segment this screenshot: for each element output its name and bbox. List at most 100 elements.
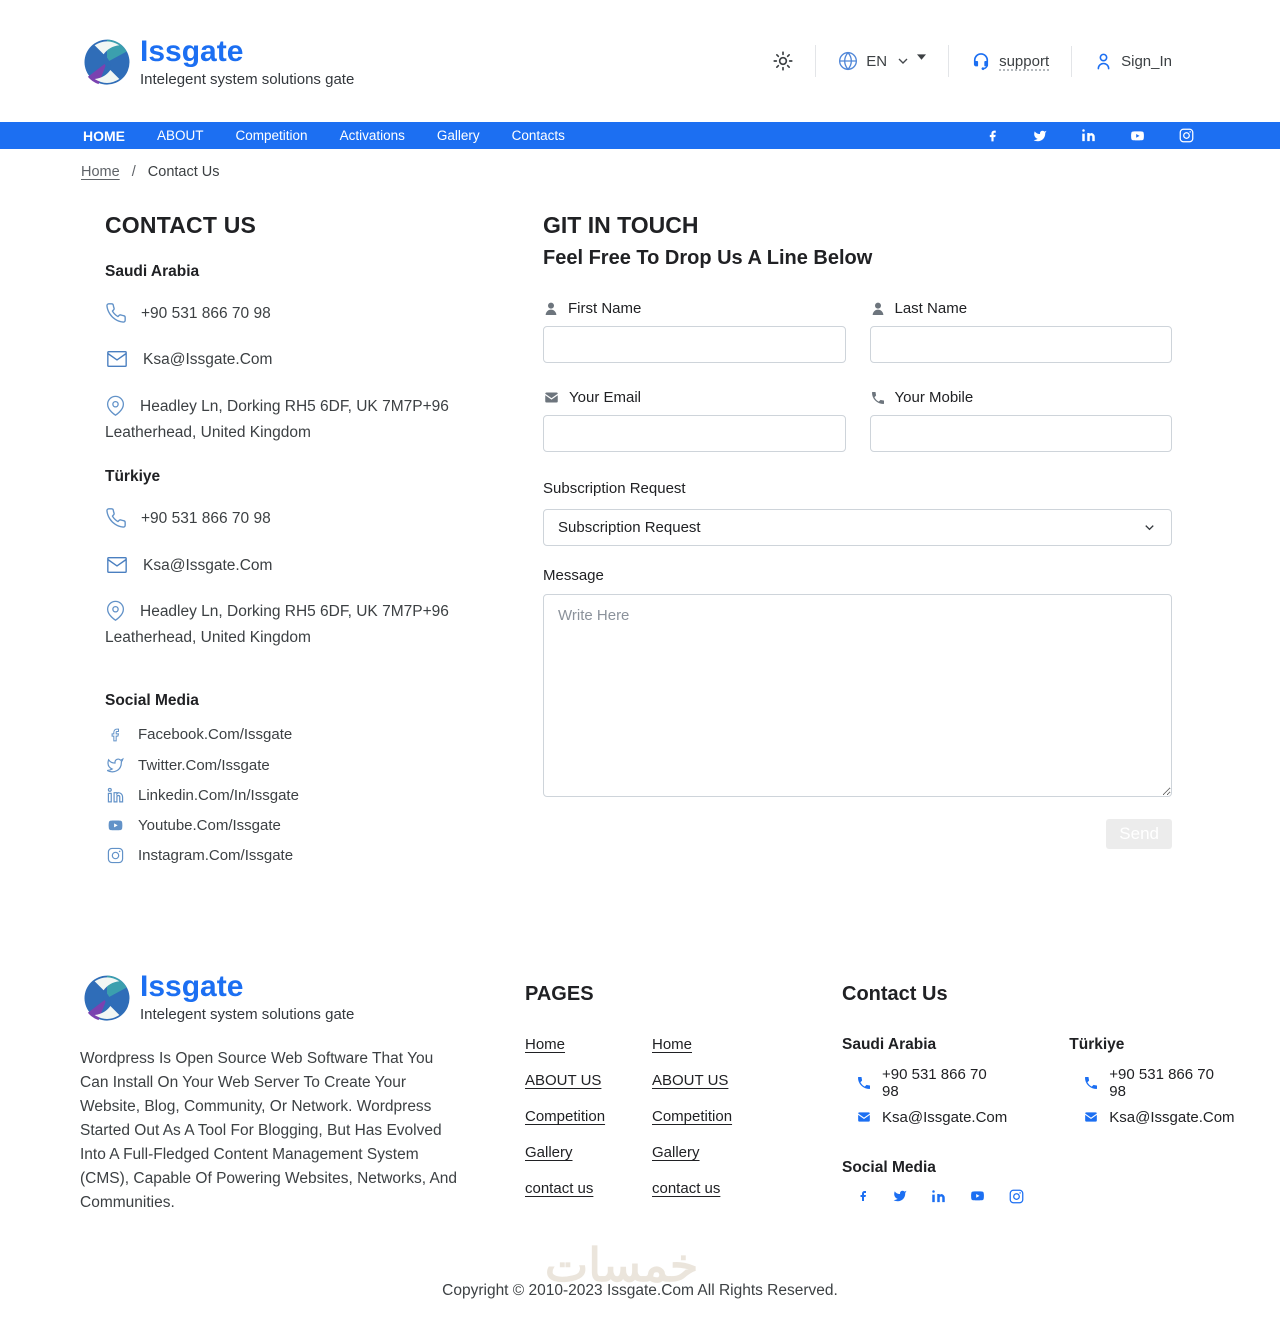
instagram-icon[interactable] — [1179, 128, 1194, 143]
footer-link-about[interactable]: ABOUT US — [525, 1072, 652, 1089]
mobile-label: Your Mobile — [870, 389, 1173, 406]
social-link-youtube[interactable]: Youtube.Com/Issgate — [105, 817, 483, 834]
facebook-icon[interactable] — [857, 1189, 869, 1203]
nav-item-contacts[interactable]: Contacts — [496, 128, 581, 143]
footer-location-name: Saudi Arabia — [842, 1035, 937, 1053]
subscription-selected-value: Subscription Request — [558, 519, 701, 536]
email-address[interactable]: Ksa@Issgate.Com — [143, 351, 272, 368]
brand-name: Issgate — [140, 970, 244, 1004]
email-address[interactable]: Ksa@Issgate.Com — [143, 557, 272, 574]
twitter-icon[interactable] — [892, 1189, 908, 1203]
footer-link-gallery[interactable]: Gallery — [525, 1144, 652, 1161]
email-input[interactable] — [543, 415, 846, 452]
footer-link-home[interactable]: Home — [525, 1036, 652, 1053]
youtube-icon[interactable] — [1129, 129, 1146, 143]
phone-icon — [870, 390, 886, 406]
nav-item-home[interactable]: HOME — [80, 128, 141, 144]
location-block-saudi: Saudi Arabia +90 531 866 70 98 Ksa@Issga… — [105, 263, 483, 446]
footer-email-row[interactable]: Ksa@Issgate.Com — [856, 1109, 1007, 1126]
issgate-logo-icon — [80, 969, 134, 1025]
last-name-group: Last Name — [869, 300, 1172, 389]
nav-item-gallery[interactable]: Gallery — [421, 128, 496, 143]
footer-location-name: Türkiye — [1069, 1035, 1125, 1053]
mobile-group: Your Mobile — [869, 389, 1173, 478]
footer-brand-logo[interactable]: Issgate Intelegent system solutions gate — [80, 969, 525, 1025]
footer-location-saudi: Saudi Arabia +90 531 866 70 98 Ksa@Issga… — [842, 1036, 1007, 1135]
phone-row: +90 531 866 70 98 — [105, 301, 483, 327]
footer-link-contact[interactable]: contact us — [525, 1180, 652, 1197]
contact-info-section: CONTACT US Saudi Arabia +90 531 866 70 9… — [105, 200, 483, 877]
youtube-icon[interactable] — [969, 1189, 986, 1203]
sun-icon — [773, 51, 793, 71]
signin-label: Sign_In — [1121, 52, 1172, 70]
brand-logo[interactable]: Issgate Intelegent system solutions gate — [80, 33, 354, 89]
subscription-select[interactable]: Subscription Request — [543, 509, 1172, 546]
first-name-input[interactable] — [543, 326, 846, 363]
contact-form-section: GIT IN TOUCH Feel Free To Drop Us A Line… — [543, 200, 1194, 877]
copyright-bar: خمسات Copyright © 2010-2023 Issgate.Com … — [0, 1216, 1280, 1316]
footer-email-row[interactable]: Ksa@Issgate.Com — [1083, 1109, 1235, 1126]
signin-link[interactable]: Sign_In — [1071, 45, 1194, 77]
theme-toggle-button[interactable] — [773, 45, 815, 77]
nav-links: HOME ABOUT Competition Activations Galle… — [80, 128, 581, 144]
last-name-input[interactable] — [869, 326, 1172, 363]
footer-social-icons — [857, 1189, 1235, 1204]
footer-link-home[interactable]: Home — [652, 1036, 842, 1053]
site-header: Issgate Intelegent system solutions gate — [0, 0, 1280, 122]
mail-icon — [1083, 1110, 1099, 1124]
linkedin-icon — [105, 787, 125, 804]
chevron-down-icon — [1142, 520, 1157, 535]
nav-item-activations[interactable]: Activations — [324, 128, 421, 143]
email-group: Your Email — [543, 389, 846, 478]
footer-link-competition[interactable]: Competition — [652, 1108, 842, 1125]
footer-phone-row[interactable]: +90 531 866 70 98 — [1083, 1066, 1234, 1100]
mail-icon — [105, 348, 129, 370]
pages-links-col2: Home ABOUT US Competition Gallery contac… — [652, 1036, 842, 1216]
caret-down-icon — [917, 53, 927, 61]
message-textarea[interactable] — [543, 594, 1172, 797]
phone-number[interactable]: +90 531 866 70 98 — [141, 510, 271, 527]
social-link-linkedin[interactable]: Linkedin.Com/In/Issgate — [105, 787, 483, 804]
user-icon — [1094, 52, 1113, 71]
footer-link-competition[interactable]: Competition — [525, 1108, 652, 1125]
phone-icon — [105, 302, 127, 324]
footer-phone-row[interactable]: +90 531 866 70 98 — [856, 1066, 1007, 1100]
nav-social — [986, 128, 1194, 143]
header-controls: EN support Sign_In — [773, 45, 1194, 77]
footer-description: Wordpress Is Open Source Web Software Th… — [80, 1049, 458, 1211]
breadcrumb-current: Contact Us — [147, 164, 220, 180]
address-text: Headley Ln, Dorking RH5 6DF, UK 7M7P+96 … — [105, 397, 449, 442]
footer-locations: Saudi Arabia +90 531 866 70 98 Ksa@Issga… — [842, 1036, 1235, 1135]
footer-link-contact[interactable]: contact us — [652, 1180, 842, 1197]
headset-icon — [971, 51, 991, 71]
nav-item-about[interactable]: ABOUT — [141, 128, 220, 143]
social-link-label: Facebook.Com/Issgate — [138, 726, 293, 744]
site-footer: Issgate Intelegent system solutions gate… — [0, 969, 1280, 1216]
send-button[interactable]: Send — [1106, 819, 1172, 849]
facebook-icon[interactable] — [986, 129, 999, 143]
linkedin-icon[interactable] — [1081, 128, 1096, 143]
footer-contact-title: Contact Us — [842, 982, 948, 1005]
address-row: Headley Ln, Dorking RH5 6DF, UK 7M7P+96 … — [105, 394, 483, 447]
social-link-facebook[interactable]: Facebook.Com/Issgate — [105, 726, 483, 744]
social-link-twitter[interactable]: Twitter.Com/Issgate — [105, 757, 483, 774]
breadcrumb-home-link[interactable]: Home — [81, 164, 120, 180]
footer-link-gallery[interactable]: Gallery — [652, 1144, 842, 1161]
user-icon — [543, 301, 559, 317]
footer-link-about[interactable]: ABOUT US — [652, 1072, 842, 1089]
pages-title: PAGES — [525, 982, 594, 1005]
nav-item-competition[interactable]: Competition — [220, 128, 324, 143]
support-link[interactable]: support — [948, 45, 1071, 77]
brand-tagline: Intelegent system solutions gate — [140, 1006, 355, 1024]
phone-number[interactable]: +90 531 866 70 98 — [141, 305, 271, 322]
linkedin-icon[interactable] — [931, 1189, 946, 1204]
social-link-label: Linkedin.Com/In/Issgate — [138, 786, 299, 804]
twitter-icon[interactable] — [1032, 129, 1048, 143]
first-name-group: First Name — [543, 300, 846, 389]
instagram-icon[interactable] — [1009, 1189, 1024, 1204]
language-selector[interactable]: EN — [815, 45, 948, 77]
mobile-input[interactable] — [869, 415, 1172, 452]
contact-us-title: CONTACT US — [105, 212, 257, 238]
issgate-logo-icon — [80, 33, 134, 89]
social-link-instagram[interactable]: Instagram.Com/Issgate — [105, 847, 483, 864]
